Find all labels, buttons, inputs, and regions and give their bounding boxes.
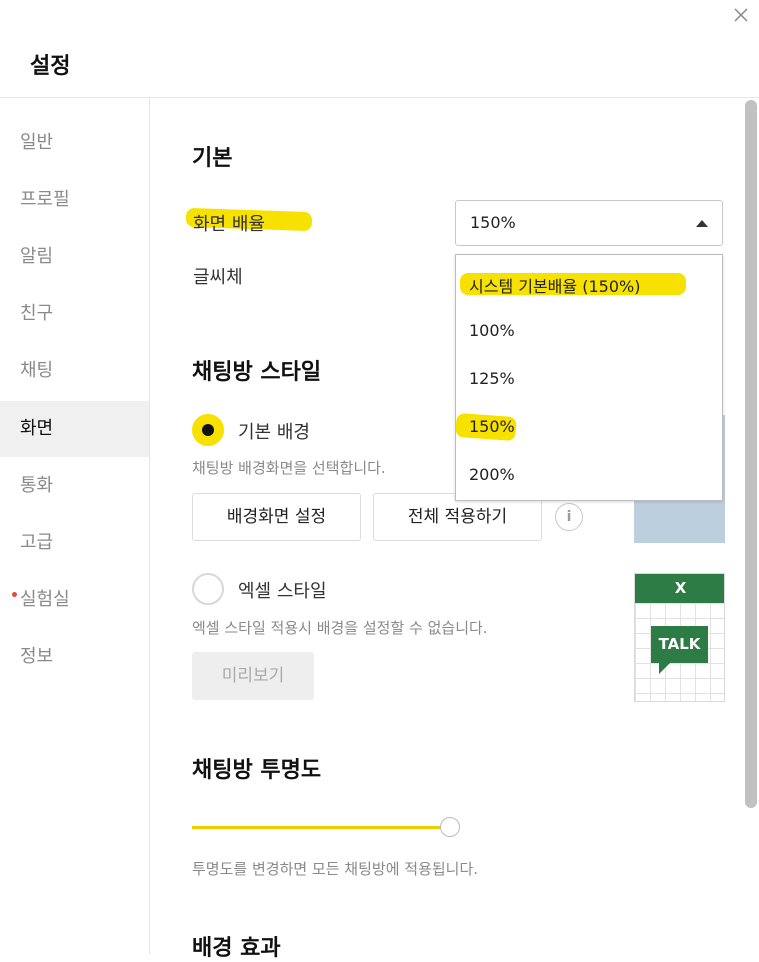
section-heading-basic: 기본 (192, 146, 233, 171)
zoom-option-125[interactable]: 125% (469, 369, 515, 388)
talk-bubble-tail (659, 662, 671, 674)
radio-excel-style[interactable] (192, 573, 224, 605)
section-heading-chat-style: 채팅방 스타일 (192, 360, 322, 385)
sidebar-item-display[interactable]: 화면 (0, 401, 149, 457)
section-heading-bg-effect: 배경 효과 (192, 936, 281, 961)
zoom-select-value: 150% (470, 213, 516, 232)
talk-bubble-icon: TALK (651, 626, 708, 663)
close-button[interactable] (730, 4, 752, 26)
sidebar-item-advanced[interactable]: 고급 (0, 515, 149, 571)
close-icon (734, 8, 748, 22)
section-heading-opacity: 채팅방 투명도 (192, 758, 322, 783)
caret-up-icon (696, 220, 708, 227)
sidebar-item-friends[interactable]: 친구 (0, 286, 149, 342)
zoom-option-150[interactable]: 150% (469, 417, 515, 436)
sidebar-item-label: 실험실 (20, 589, 70, 610)
excel-style-thumbnail: X TALK (634, 573, 725, 702)
font-label: 글씨체 (193, 267, 243, 288)
set-background-button[interactable]: 배경화면 설정 (192, 493, 361, 541)
zoom-option-200[interactable]: 200% (469, 465, 515, 484)
preview-button[interactable]: 미리보기 (192, 652, 314, 700)
basic-background-hint: 채팅방 배경화면을 선택합니다. (192, 459, 386, 477)
sidebar-item-call[interactable]: 통화 (0, 458, 149, 514)
sidebar-item-chat[interactable]: 채팅 (0, 343, 149, 399)
radio-basic-background[interactable] (192, 414, 224, 446)
new-badge-dot (12, 592, 17, 597)
window-title: 설정 (30, 54, 71, 79)
sidebar-item-general[interactable]: 일반 (0, 115, 149, 171)
excel-style-hint: 엑셀 스타일 적용시 배경을 설정할 수 없습니다. (192, 619, 488, 637)
opacity-slider-handle[interactable] (440, 817, 460, 837)
sidebar-item-labs[interactable]: 실험실 (0, 572, 149, 628)
zoom-label: 화면 배율 (193, 214, 265, 235)
radio-selected-dot (202, 424, 214, 436)
excel-style-label: 엑셀 스타일 (238, 581, 327, 602)
info-icon[interactable]: i (555, 503, 583, 531)
sidebar-item-profile[interactable]: 프로필 (0, 172, 149, 228)
zoom-option-system[interactable]: 시스템 기본배율 (150%) (469, 273, 640, 297)
sidebar: 일반 프로필 알림 친구 채팅 화면 통화 고급 실험실 정보 (0, 98, 150, 954)
opacity-hint: 투명도를 변경하면 모든 채팅방에 적용됩니다. (192, 860, 479, 878)
sidebar-item-notifications[interactable]: 알림 (0, 229, 149, 285)
zoom-option-100[interactable]: 100% (469, 321, 515, 340)
excel-x-icon: X (635, 574, 724, 603)
sidebar-item-info[interactable]: 정보 (0, 629, 149, 685)
zoom-dropdown-menu: 시스템 기본배율 (150%) 100% 125% 150% 200% (455, 254, 723, 501)
scrollbar-thumb[interactable] (745, 100, 757, 808)
opacity-slider-track[interactable] (192, 826, 448, 829)
zoom-select[interactable]: 150% (455, 200, 723, 246)
basic-background-label: 기본 배경 (238, 422, 310, 443)
